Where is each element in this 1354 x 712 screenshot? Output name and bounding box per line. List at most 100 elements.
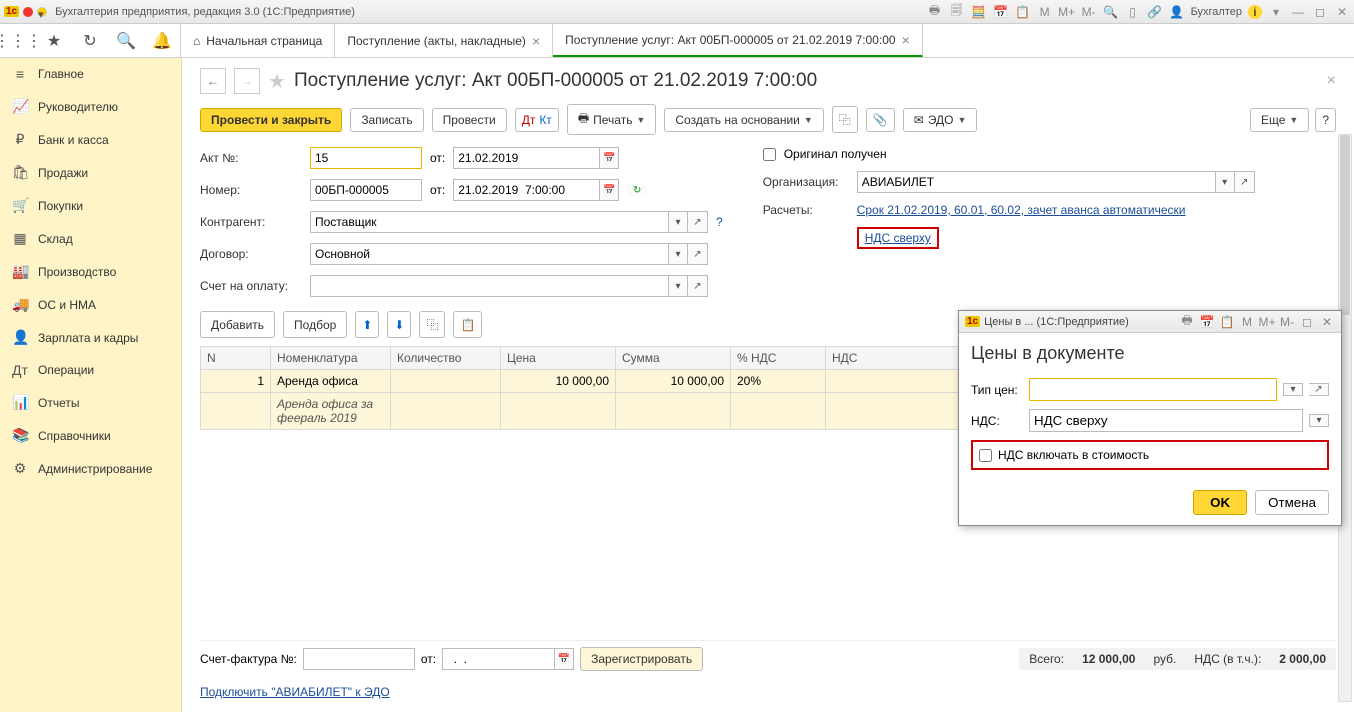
history-icon[interactable]: ↻ bbox=[72, 31, 108, 51]
col-sum[interactable]: Сумма bbox=[616, 347, 731, 370]
panel-icon[interactable]: ▯ bbox=[1125, 4, 1141, 20]
tab-close-icon[interactable]: × bbox=[532, 33, 540, 49]
org-input[interactable] bbox=[857, 171, 1215, 193]
original-received-checkbox[interactable] bbox=[763, 148, 776, 161]
nav-assets[interactable]: 🚚ОС и НМА bbox=[0, 288, 181, 321]
info-icon[interactable]: i bbox=[1248, 5, 1262, 19]
col-nomen[interactable]: Номенклатура bbox=[271, 347, 391, 370]
number-input[interactable] bbox=[310, 179, 422, 201]
col-qty[interactable]: Количество bbox=[391, 347, 501, 370]
more-button[interactable]: Еще▼ bbox=[1250, 108, 1309, 132]
connect-edo-link[interactable]: Подключить "АВИАБИЛЕТ" к ЭДО bbox=[200, 685, 390, 699]
minimize-icon[interactable]: ◻ bbox=[1299, 314, 1315, 330]
nav-warehouse[interactable]: ▦Склад bbox=[0, 222, 181, 255]
move-up-button[interactable]: ⬆ bbox=[355, 311, 379, 338]
dropdown-icon[interactable]: ▾ bbox=[668, 275, 688, 297]
dlg-tool-icon[interactable]: 📅 bbox=[1199, 314, 1215, 330]
link-icon[interactable]: 🔗 bbox=[1147, 4, 1163, 20]
datetime-input[interactable] bbox=[453, 179, 599, 201]
nav-reports[interactable]: 📊Отчеты bbox=[0, 386, 181, 419]
select-button[interactable]: Подбор bbox=[283, 311, 347, 338]
dlg-tool-icon[interactable]: 📋 bbox=[1219, 314, 1235, 330]
settlements-link[interactable]: Срок 21.02.2019, 60.01, 60.02, зачет ава… bbox=[857, 203, 1186, 217]
titlebar-tool-icon[interactable]: 🧮 bbox=[971, 4, 987, 20]
dropdown-icon[interactable]: ▾ bbox=[668, 243, 688, 265]
tab-close-icon[interactable]: × bbox=[902, 32, 910, 48]
nav-references[interactable]: 📚Справочники bbox=[0, 419, 181, 452]
open-icon[interactable]: ↗ bbox=[688, 275, 708, 297]
dropdown-icon[interactable]: ▾ bbox=[1309, 414, 1329, 427]
calendar-icon[interactable]: 📅 bbox=[599, 179, 619, 201]
m-minus-icon[interactable]: M- bbox=[1081, 4, 1097, 20]
nav-main[interactable]: ≡Главное bbox=[0, 58, 181, 90]
m-plus-icon[interactable]: M+ bbox=[1259, 314, 1275, 330]
nav-bank[interactable]: ₽Банк и касса bbox=[0, 123, 181, 156]
dlg-tool-icon[interactable]: 🖶 bbox=[1179, 314, 1195, 330]
price-type-input[interactable] bbox=[1029, 378, 1277, 401]
create-based-button[interactable]: Создать на основании▼ bbox=[664, 108, 823, 132]
titlebar-tool-icon[interactable]: 📅 bbox=[993, 4, 1009, 20]
favorite-icon[interactable]: ★ bbox=[36, 31, 72, 51]
dropdown-icon[interactable]: ▾ bbox=[668, 211, 688, 233]
forward-button[interactable]: → bbox=[234, 68, 260, 94]
dropdown-icon[interactable]: ▾ bbox=[1215, 171, 1235, 193]
open-icon[interactable]: ↗ bbox=[688, 211, 708, 233]
minimize-icon[interactable]: — bbox=[1290, 4, 1306, 20]
nds-include-checkbox[interactable] bbox=[979, 449, 992, 462]
sf-date-input[interactable] bbox=[442, 648, 554, 670]
apps-icon[interactable]: ⋮⋮⋮ bbox=[0, 31, 36, 51]
invoice-acc-input[interactable] bbox=[310, 275, 668, 297]
nds-mode-link[interactable]: НДС сверху bbox=[865, 231, 931, 245]
col-vat-pct[interactable]: % НДС bbox=[731, 347, 826, 370]
nav-salary[interactable]: 👤Зарплата и кадры bbox=[0, 321, 181, 354]
nav-purchases[interactable]: 🛒Покупки bbox=[0, 189, 181, 222]
structure-button[interactable]: ⿻ bbox=[832, 106, 858, 133]
nds-select[interactable] bbox=[1029, 409, 1303, 432]
open-icon[interactable]: ↗ bbox=[688, 243, 708, 265]
favorite-star-icon[interactable]: ★ bbox=[268, 69, 286, 94]
close-document-icon[interactable]: × bbox=[1327, 72, 1336, 90]
dialog-ok-button[interactable]: OK bbox=[1193, 490, 1247, 515]
titlebar-tool-icon[interactable]: 🗐 bbox=[949, 4, 965, 20]
nav-operations[interactable]: ДтОперации bbox=[0, 354, 181, 386]
tab-receipts[interactable]: Поступление (акты, накладные) × bbox=[335, 24, 553, 57]
open-icon[interactable]: ↗ bbox=[1309, 383, 1329, 396]
contract-input[interactable] bbox=[310, 243, 668, 265]
calendar-icon[interactable]: 📅 bbox=[599, 147, 619, 169]
refresh-icon[interactable]: ↻ bbox=[627, 185, 647, 196]
zoom-icon[interactable]: 🔍 bbox=[1103, 4, 1119, 20]
close-icon[interactable]: ✕ bbox=[1319, 314, 1335, 330]
close-icon[interactable]: ✕ bbox=[1334, 4, 1350, 20]
nav-sales[interactable]: 🛍Продажи bbox=[0, 156, 181, 189]
titlebar-tool-icon[interactable]: 🖶 bbox=[927, 4, 943, 20]
dtkt-button[interactable]: ДтКт bbox=[515, 108, 559, 132]
write-button[interactable]: Записать bbox=[350, 108, 423, 132]
nav-production[interactable]: 🏭Производство bbox=[0, 255, 181, 288]
attach-button[interactable]: 📎 bbox=[866, 108, 895, 132]
m-minus-icon[interactable]: M- bbox=[1279, 314, 1295, 330]
dropdown-icon[interactable]: ▾ bbox=[1268, 4, 1284, 20]
print-button[interactable]: 🖶Печать▼ bbox=[567, 104, 657, 135]
register-button[interactable]: Зарегистрировать bbox=[580, 647, 703, 671]
dropdown-icon[interactable]: ▾ bbox=[1283, 383, 1303, 396]
post-and-close-button[interactable]: Провести и закрыть bbox=[200, 108, 342, 132]
contragent-input[interactable] bbox=[310, 211, 668, 233]
titlebar-tool-icon[interactable]: 📋 bbox=[1015, 4, 1031, 20]
help-link-icon[interactable]: ? bbox=[716, 215, 723, 229]
dialog-cancel-button[interactable]: Отмена bbox=[1255, 490, 1329, 515]
open-icon[interactable]: ↗ bbox=[1235, 171, 1255, 193]
post-button[interactable]: Провести bbox=[432, 108, 507, 132]
m-plus-icon[interactable]: M+ bbox=[1059, 4, 1075, 20]
act-no-input[interactable] bbox=[310, 147, 422, 169]
edo-button[interactable]: ✉ЭДО▼ bbox=[903, 108, 978, 132]
maximize-icon[interactable]: ◻ bbox=[1312, 4, 1328, 20]
help-button[interactable]: ? bbox=[1315, 108, 1336, 132]
col-n[interactable]: N bbox=[201, 347, 271, 370]
nav-manager[interactable]: 📈Руководителю bbox=[0, 90, 181, 123]
sf-no-input[interactable] bbox=[303, 648, 415, 670]
tab-home[interactable]: ⌂ Начальная страница bbox=[181, 24, 335, 57]
calendar-icon[interactable]: 📅 bbox=[554, 648, 574, 670]
m-icon[interactable]: M bbox=[1037, 4, 1053, 20]
notifications-icon[interactable]: 🔔 bbox=[144, 31, 180, 51]
m-icon[interactable]: M bbox=[1239, 314, 1255, 330]
